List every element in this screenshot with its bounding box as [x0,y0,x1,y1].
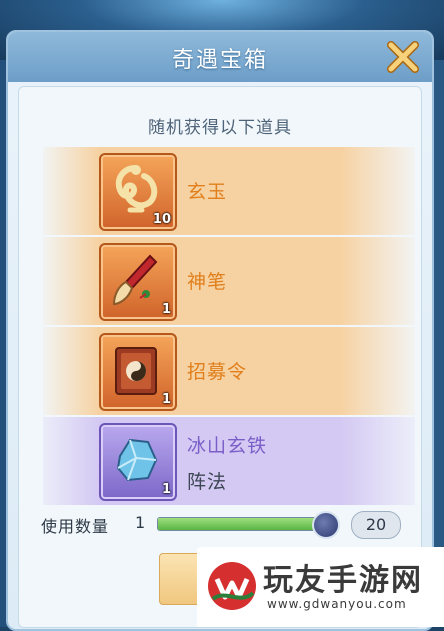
reward-subtitle: 随机获得以下道具 [148,118,292,138]
quantity-value: 1 [135,513,146,532]
list-item: 1 招募令 [43,327,415,415]
ice-ore-icon [116,438,158,482]
list-item: 1 冰山玄铁 阵法 [43,417,415,505]
close-button[interactable] [384,38,422,76]
recruit-book-icon [115,347,157,395]
close-icon [387,41,419,73]
list-item: 1 神笔 [43,237,415,325]
item-count: 1 [161,392,171,407]
jade-icon [115,165,158,213]
slider-fill [158,518,326,530]
item-count: 1 [161,302,171,317]
watermark-url: www.gdwanyou.com [267,597,407,611]
list-item: 10 玄玉 [43,147,415,235]
treasure-dialog: 奇遇宝箱 随机获得以下道具 10 玄玉 1 神笔 1 招募令 1 冰山玄铁 阵法… [6,30,434,631]
brush-icon [112,254,158,306]
item-icon-box[interactable]: 10 [99,153,177,231]
item-name: 冰山玄铁 [187,435,268,457]
item-count: 1 [161,482,171,497]
item-icon-box[interactable]: 1 [99,333,177,411]
dialog-titlebar: 奇遇宝箱 [8,32,432,82]
item-count: 10 [152,212,171,227]
item-subtitle: 阵法 [187,471,228,493]
item-name: 神笔 [187,271,228,293]
quantity-max[interactable]: 20 [351,511,401,539]
watermark: 玩友手游网 www.gdwanyou.com [197,547,444,627]
item-name: 玄玉 [187,181,228,203]
dialog-title: 奇遇宝箱 [171,48,268,73]
watermark-name: 玩友手游网 [263,563,423,598]
watermark-logo-icon [208,562,256,610]
item-name: 招募令 [187,361,248,383]
item-icon-box[interactable]: 1 [99,243,177,321]
item-icon-box[interactable]: 1 [99,423,177,501]
quantity-label: 使用数量 [41,517,110,536]
quantity-slider[interactable] [157,517,335,531]
slider-knob[interactable] [312,511,341,539]
